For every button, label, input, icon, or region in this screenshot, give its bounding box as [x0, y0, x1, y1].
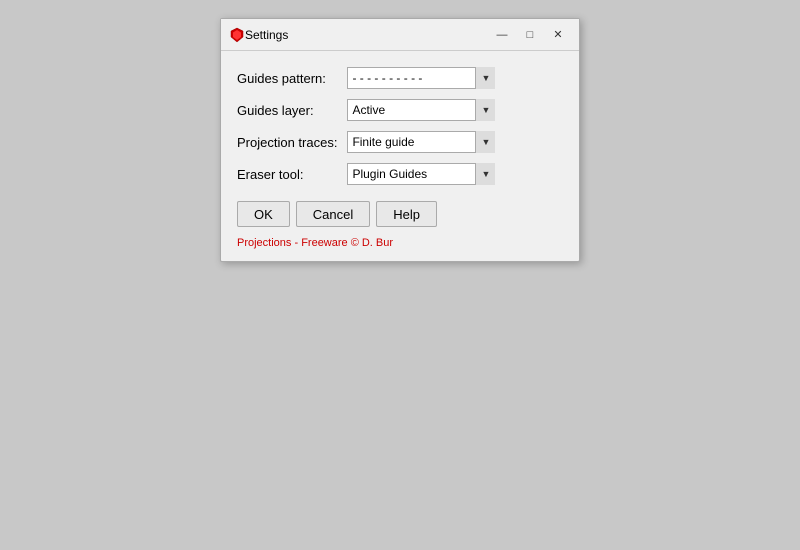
window-title: Settings — [245, 28, 489, 42]
help-button[interactable]: Help — [376, 201, 437, 227]
window-controls: — □ ✕ — [489, 25, 571, 45]
guides-pattern-select[interactable]: - - - - - - - - - - ──────────── – – – –… — [347, 67, 495, 89]
title-bar: Settings — □ ✕ — [221, 19, 579, 51]
close-button[interactable]: ✕ — [545, 25, 571, 45]
ok-button[interactable]: OK — [237, 201, 290, 227]
form-grid: Guides pattern: - - - - - - - - - - ────… — [237, 67, 563, 185]
cancel-button[interactable]: Cancel — [296, 201, 370, 227]
eraser-tool-label: Eraser tool: — [237, 167, 337, 182]
eraser-tool-wrapper[interactable]: Plugin Guides All Guides None ▼ — [347, 163, 495, 185]
projection-traces-wrapper[interactable]: Finite guide Infinite guide None ▼ — [347, 131, 495, 153]
guides-pattern-label: Guides pattern: — [237, 71, 337, 86]
guides-layer-select[interactable]: Active Layer 1 Layer 2 — [347, 99, 495, 121]
settings-window: Settings — □ ✕ Guides pattern: - - - - -… — [220, 18, 580, 262]
projection-traces-select[interactable]: Finite guide Infinite guide None — [347, 131, 495, 153]
eraser-tool-select[interactable]: Plugin Guides All Guides None — [347, 163, 495, 185]
app-icon — [229, 27, 245, 43]
button-row: OK Cancel Help — [237, 201, 563, 227]
guides-pattern-wrapper[interactable]: - - - - - - - - - - ──────────── – – – –… — [347, 67, 495, 89]
guides-layer-wrapper[interactable]: Active Layer 1 Layer 2 ▼ — [347, 99, 495, 121]
maximize-button[interactable]: □ — [517, 25, 543, 45]
guides-layer-label: Guides layer: — [237, 103, 337, 118]
projection-traces-label: Projection traces: — [237, 135, 337, 150]
minimize-button[interactable]: — — [489, 25, 515, 45]
footer-text: Projections - Freeware © D. Bur — [237, 237, 563, 249]
window-content: Guides pattern: - - - - - - - - - - ────… — [221, 51, 579, 261]
